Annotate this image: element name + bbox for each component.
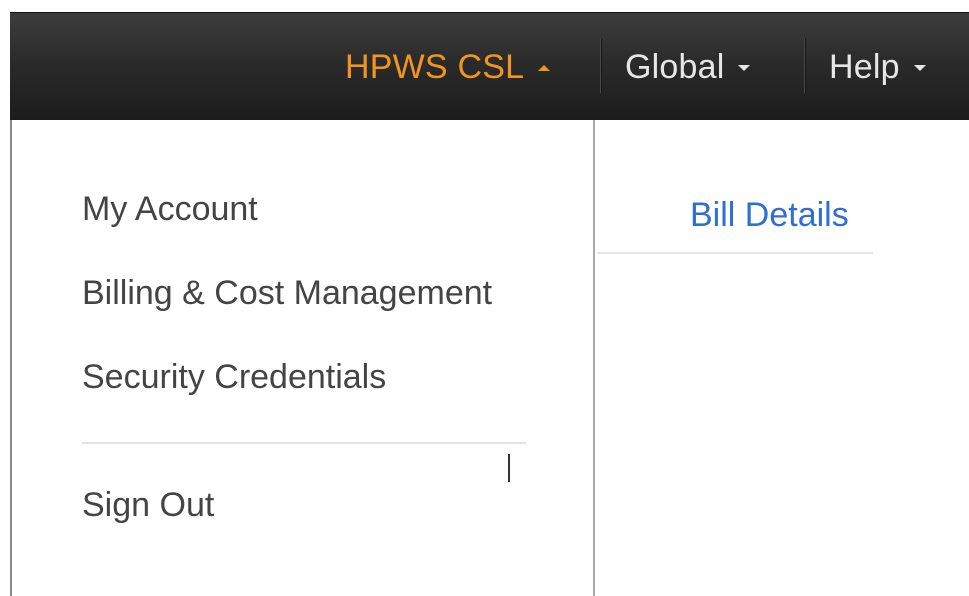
account-menu-toggle[interactable]: HPWS CSL	[345, 13, 551, 121]
text-cursor-icon	[508, 454, 510, 482]
menu-item-my-account[interactable]: My Account	[82, 190, 258, 229]
caret-down-icon	[913, 65, 926, 71]
account-menu-label: HPWS CSL	[345, 47, 525, 86]
menu-divider	[82, 442, 526, 444]
region-menu-label: Global	[625, 47, 725, 86]
account-dropdown-menu: My Account Billing & Cost Management Sec…	[10, 120, 595, 596]
bill-details-link[interactable]: Bill Details	[690, 196, 849, 235]
frame-top	[0, 0, 969, 12]
help-menu-toggle[interactable]: Help	[829, 13, 926, 121]
menu-item-security-credentials[interactable]: Security Credentials	[82, 358, 386, 397]
caret-down-icon	[738, 65, 751, 71]
region-menu-toggle[interactable]: Global	[625, 13, 751, 121]
menu-item-billing[interactable]: Billing & Cost Management	[82, 274, 492, 313]
page-divider	[597, 252, 873, 254]
nav-separator	[804, 39, 805, 93]
nav-separator	[600, 39, 601, 93]
caret-up-icon	[538, 65, 551, 71]
top-navbar: HPWS CSL Global Help	[10, 12, 969, 120]
menu-item-sign-out[interactable]: Sign Out	[82, 486, 214, 525]
help-menu-label: Help	[829, 47, 900, 86]
